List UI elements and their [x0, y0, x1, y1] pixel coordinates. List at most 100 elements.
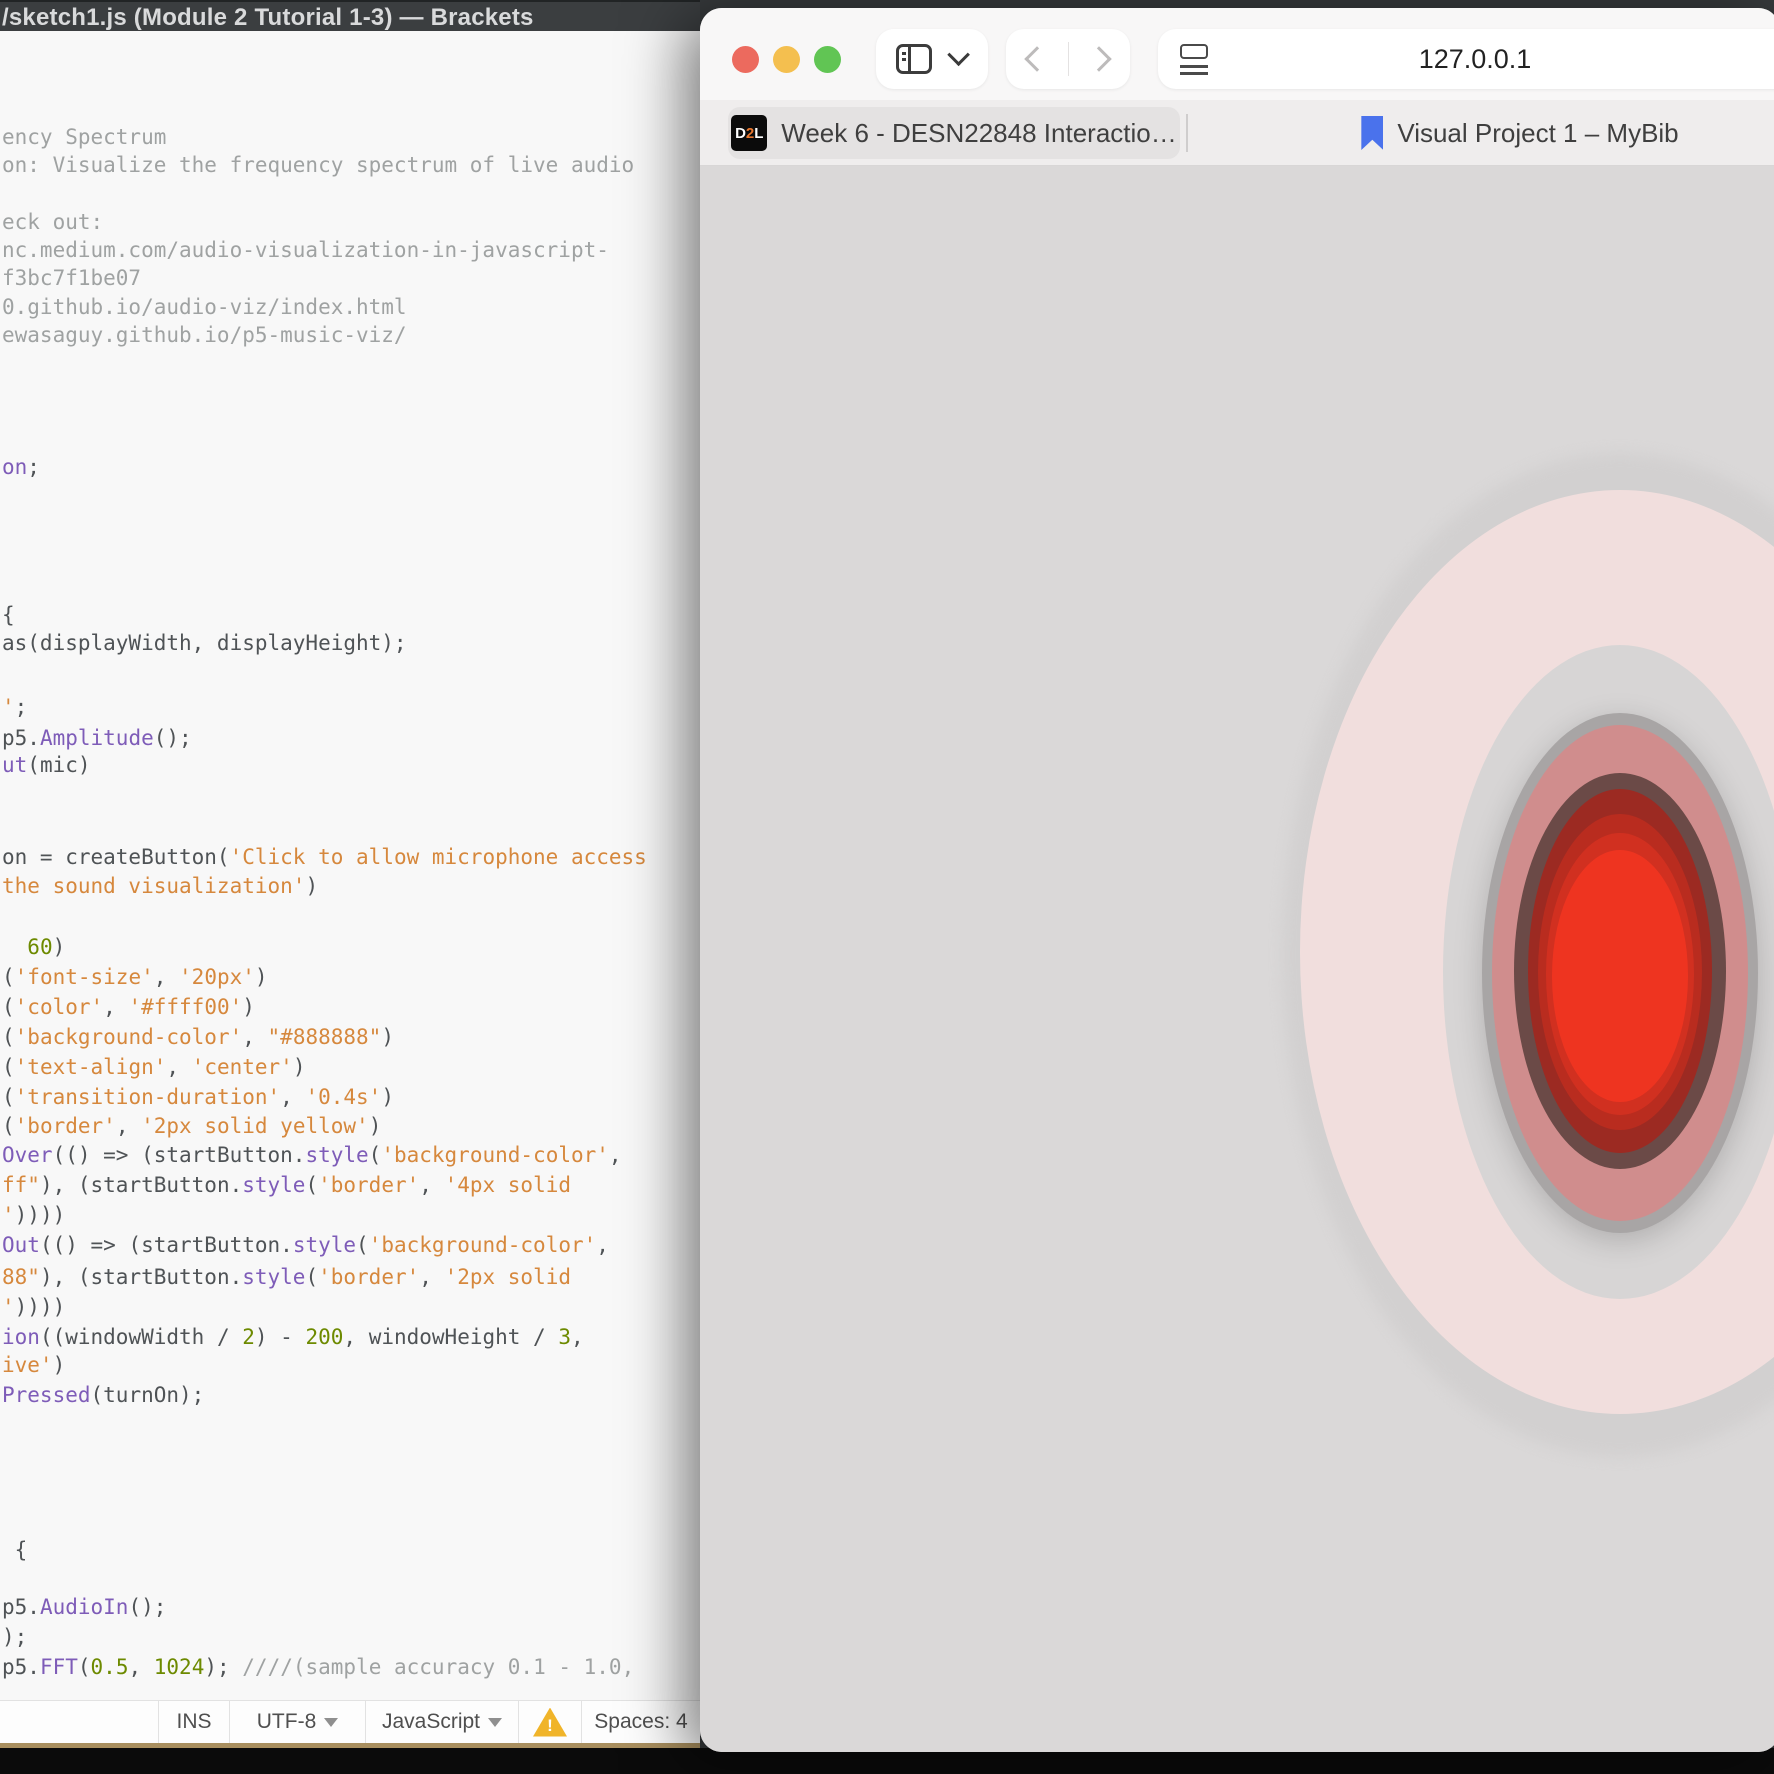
- code-token: ////(sample accuracy 0.1 - 1.0,: [242, 1655, 634, 1679]
- insert-mode-indicator[interactable]: INS: [158, 1701, 229, 1743]
- code-token: as(displayWidth, displayHeight);: [2, 631, 407, 655]
- code-line: Out(() => (startButton.style('background…: [2, 1231, 609, 1259]
- code-token: ewasaguy.github.io/p5-music-viz/: [2, 323, 407, 347]
- minimize-button[interactable]: [773, 46, 800, 73]
- code-token: (: [369, 1143, 382, 1167]
- encoding-selector[interactable]: UTF-8: [229, 1701, 365, 1743]
- language-label: JavaScript: [382, 1710, 480, 1734]
- chevron-down-icon[interactable]: [947, 43, 970, 66]
- code-token: f3bc7f1be07: [2, 266, 141, 290]
- insert-mode-label: INS: [176, 1710, 211, 1734]
- code-line: ut(mic): [2, 751, 91, 779]
- code-token: 'border': [318, 1265, 419, 1289]
- code-token: 0.github.io/audio-viz/index.html: [2, 295, 407, 319]
- code-line: ('border', '2px solid yellow'): [2, 1112, 381, 1140]
- code-line: ('background-color', "#888888"): [2, 1023, 394, 1051]
- code-token: 'border': [318, 1173, 419, 1197]
- code-line: ('color', '#ffff00'): [2, 993, 255, 1021]
- address-bar[interactable]: 127.0.0.1: [1158, 29, 1774, 89]
- code-token: ,: [280, 1085, 305, 1109]
- code-token: 0.5: [91, 1655, 129, 1679]
- spaces-label: Spaces: 4: [594, 1710, 687, 1734]
- code-token: 'Click to allow microphone access: [230, 845, 647, 869]
- code-token: (turnOn);: [91, 1383, 205, 1407]
- editor-statusbar: INS UTF-8 JavaScript Spaces: 4: [0, 1700, 700, 1743]
- code-token: )))): [15, 1295, 66, 1319]
- code-token: 'center': [192, 1055, 293, 1079]
- safari-toolbar: 127.0.0.1: [700, 8, 1774, 100]
- code-token: '0.4s': [305, 1085, 381, 1109]
- code-token: p5.: [2, 726, 40, 750]
- code-line: ive'): [2, 1351, 65, 1379]
- code-token: ): [53, 935, 66, 959]
- code-token: 1024: [154, 1655, 205, 1679]
- code-token: '4px solid: [445, 1173, 571, 1197]
- code-token: ), (startButton.: [40, 1265, 242, 1289]
- code-token: ;: [27, 455, 40, 479]
- code-token: (: [2, 1085, 15, 1109]
- code-token: ,: [596, 1233, 609, 1257]
- reader-icon[interactable]: [1180, 42, 1212, 76]
- navigation-button-group: [1006, 29, 1130, 89]
- fullscreen-button[interactable]: [814, 46, 841, 73]
- code-line: as(displayWidth, displayHeight);: [2, 629, 407, 657]
- code-token: (: [2, 995, 15, 1019]
- tab-title: Week 6 - DESN22848 Interactio…: [781, 118, 1176, 149]
- sidebar-icon[interactable]: [896, 44, 932, 74]
- code-token: 'background-color': [369, 1233, 597, 1257]
- sidebar-button-group: [876, 29, 988, 89]
- code-token: ): [369, 1114, 382, 1138]
- code-token: (() => (startButton.: [53, 1143, 306, 1167]
- code-token: style: [305, 1143, 368, 1167]
- encoding-label: UTF-8: [257, 1710, 317, 1734]
- code-line: 60): [2, 933, 65, 961]
- code-token: 'background-color': [15, 1025, 243, 1049]
- code-token: ive': [2, 1353, 53, 1377]
- code-token: style: [293, 1233, 356, 1257]
- code-token: ,: [419, 1265, 444, 1289]
- code-token: eck out:: [2, 210, 103, 234]
- code-token: '20px': [179, 965, 255, 989]
- code-token: Out: [2, 1233, 40, 1257]
- code-line: ewasaguy.github.io/p5-music-viz/: [2, 321, 407, 349]
- code-token: ,: [571, 1325, 584, 1349]
- code-token: ,: [609, 1143, 622, 1167]
- code-token: );: [2, 1625, 27, 1649]
- code-line: {: [2, 1536, 27, 1564]
- tab-week6-d2l[interactable]: D2L Week 6 - DESN22848 Interactio…: [728, 107, 1180, 159]
- back-icon[interactable]: [1024, 46, 1049, 71]
- code-line: Pressed(turnOn);: [2, 1381, 204, 1409]
- code-token: ff": [2, 1173, 40, 1197]
- code-line: nc.medium.com/audio-visualization-in-jav…: [2, 236, 609, 264]
- indentation-setting[interactable]: Spaces: 4: [581, 1701, 700, 1743]
- brackets-titlebar[interactable]: /sketch1.js (Module 2 Tutorial 1-3) — Br…: [0, 0, 700, 31]
- forward-icon[interactable]: [1087, 46, 1112, 71]
- code-token: ): [381, 1085, 394, 1109]
- lint-warning-button[interactable]: [518, 1701, 581, 1743]
- code-token: 'font-size': [15, 965, 154, 989]
- code-token: , windowHeight /: [343, 1325, 558, 1349]
- code-token: (: [2, 1025, 15, 1049]
- close-button[interactable]: [732, 46, 759, 73]
- code-token: (: [2, 965, 15, 989]
- code-token: );: [204, 1655, 242, 1679]
- code-token: (: [2, 1114, 15, 1138]
- code-line: ('text-align', 'center'): [2, 1053, 305, 1081]
- code-token: 3: [558, 1325, 571, 1349]
- statusbar-spacer: [0, 1701, 158, 1743]
- tab-visual-project[interactable]: Visual Project 1 – MyBib: [1220, 107, 1774, 159]
- code-token: ,: [166, 1055, 191, 1079]
- code-token: (: [305, 1265, 318, 1289]
- language-selector[interactable]: JavaScript: [365, 1701, 518, 1743]
- code-token: ut: [2, 753, 27, 777]
- code-token: ): [293, 1055, 306, 1079]
- code-token: ,: [103, 995, 128, 1019]
- code-line: ')))): [2, 1201, 65, 1229]
- code-token: 'text-align': [15, 1055, 167, 1079]
- page-content-audio-visualization[interactable]: [700, 166, 1774, 1752]
- code-token: AudioIn: [40, 1595, 129, 1619]
- code-editor[interactable]: ency Spectrumon: Visualize the frequency…: [0, 31, 700, 1700]
- bookmark-icon: [1361, 116, 1383, 150]
- code-line: p5.AudioIn();: [2, 1593, 166, 1621]
- code-token: p5.: [2, 1595, 40, 1619]
